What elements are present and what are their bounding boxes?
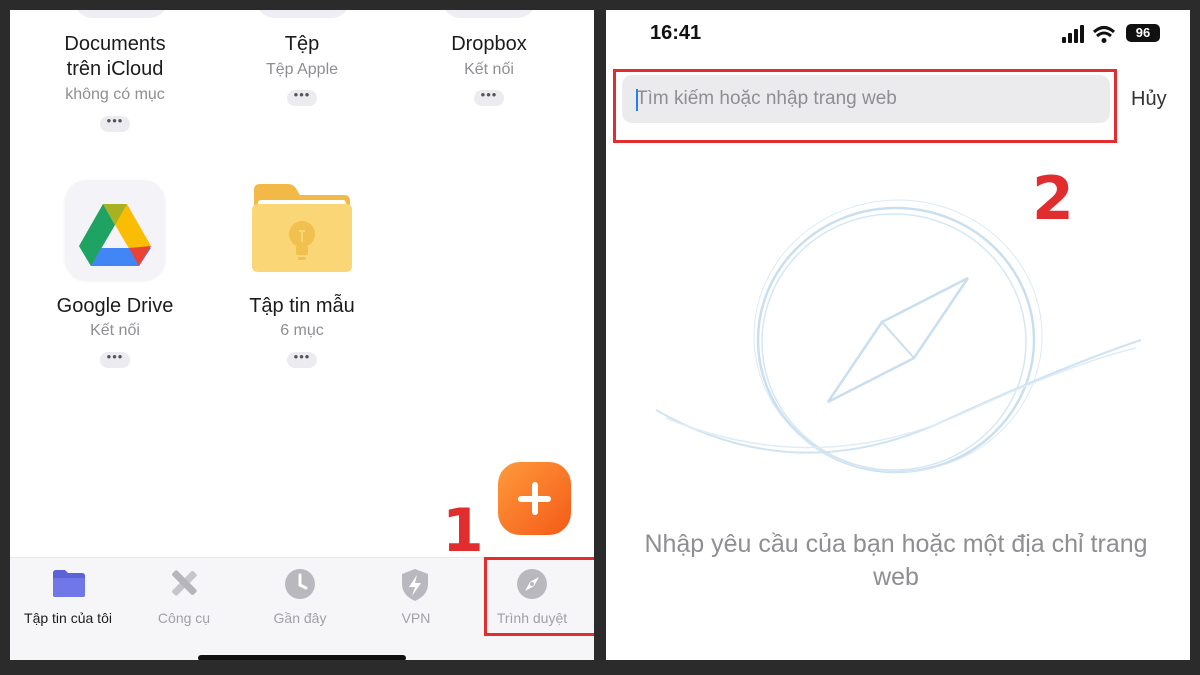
documents-icloud-icon[interactable] — [73, 10, 169, 18]
signal-wifi-icons — [1062, 25, 1116, 43]
browser-search-screen: 16:41 96 Hủy 2 Nhập yêu cầu của bạn hoặc… — [606, 10, 1190, 660]
more-button-dropbox[interactable]: ••• — [474, 88, 504, 106]
tab-label-tools: Công cụ — [157, 610, 211, 626]
search-bar-highlight — [613, 69, 1117, 143]
step-number-1: 1 — [442, 496, 484, 566]
tools-icon — [172, 570, 197, 596]
more-button-files[interactable]: ••• — [287, 88, 317, 106]
add-button[interactable] — [498, 462, 571, 535]
tab-label-recent: Gần đây — [273, 610, 327, 626]
item-name-files[interactable]: Tệp — [207, 32, 397, 57]
tab-my-files[interactable]: Tập tin của tôi — [10, 558, 126, 638]
item-sub-sample-files: 6 mục — [280, 322, 324, 339]
battery-icon: 96 — [1126, 24, 1160, 42]
files-app-icon[interactable] — [255, 10, 351, 18]
status-time: 16:41 — [650, 22, 702, 44]
home-indicator — [198, 655, 406, 660]
item-name-google-drive[interactable]: Google Drive — [20, 294, 210, 319]
item-sub-google-drive: Kết nối — [90, 322, 140, 339]
dropbox-icon[interactable] — [441, 10, 537, 18]
item-name-sample-files[interactable]: Tập tin mẫu — [207, 294, 397, 319]
tab-label-my-files: Tập tin của tôi — [24, 610, 112, 626]
more-button-documents-icloud[interactable]: ••• — [100, 114, 130, 132]
more-button-sample-files[interactable]: ••• — [287, 350, 317, 368]
folder-lightbulb-icon[interactable] — [250, 182, 354, 279]
google-drive-icon[interactable] — [65, 180, 165, 280]
tab-vpn[interactable]: VPN — [358, 558, 474, 638]
folder-icon — [53, 570, 85, 597]
item-sub-documents-icloud: không có mục — [65, 86, 165, 103]
clock-icon — [285, 569, 315, 599]
item-sub-files: Tệp Apple — [265, 61, 339, 78]
tab-tools[interactable]: Công cụ — [126, 558, 242, 638]
wifi-icon — [1092, 26, 1116, 34]
item-name-dropbox[interactable]: Dropbox — [394, 32, 584, 57]
file-manager-screen: Documents trên iCloud không có mục ••• T… — [10, 10, 594, 660]
shield-bolt-icon — [402, 569, 428, 601]
signal-icon — [1062, 37, 1066, 43]
empty-state-message: Nhập yêu cầu của bạn hoặc một địa chỉ tr… — [644, 530, 1148, 591]
item-sub-dropbox: Kết nối — [464, 61, 514, 78]
tab-recent[interactable]: Gần đây — [242, 558, 358, 638]
more-button-google-drive[interactable]: ••• — [100, 350, 130, 368]
tab-label-vpn: VPN — [401, 610, 431, 626]
compass-illustration-icon — [655, 199, 1142, 474]
item-name-documents-icloud[interactable]: Documents trên iCloud — [20, 32, 210, 84]
cancel-button[interactable]: Hủy — [1131, 88, 1167, 111]
browser-tab-highlight — [484, 557, 594, 636]
